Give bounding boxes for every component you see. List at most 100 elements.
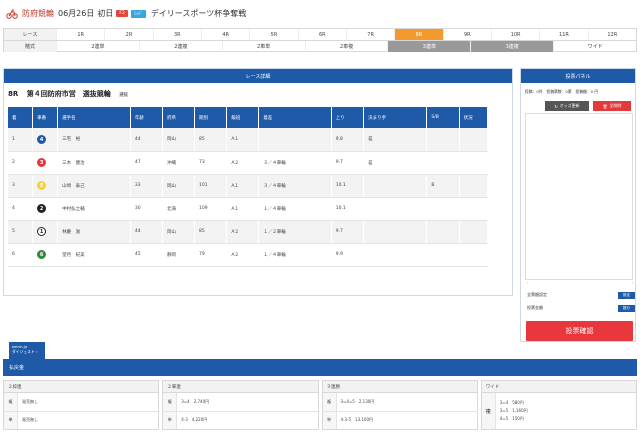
payout-wide-lines: 3=4 580円 3=5 1,160円 4=5 150円	[496, 393, 528, 429]
race-tab-7[interactable]: 7R	[345, 29, 394, 40]
page-header: 防府競輪 06月26日 初日 F2 ﾐｯﾄﾞ デイリースポーツ杯争奪戦	[0, 0, 640, 27]
cell-margin: １／２車輪	[258, 220, 332, 244]
table-row: 3 5 山崎 泰己 33 岡山 101 A１ ３／４車輪 10.1 B	[8, 174, 489, 198]
cell-up: 9.7	[331, 220, 365, 244]
bet-type-tab-5[interactable]: 3連単	[387, 41, 471, 52]
cell-pos: 4	[8, 197, 34, 221]
payout-value: 4-3 4,220円	[181, 417, 208, 423]
cell-status	[459, 128, 489, 152]
cell-kimarite	[363, 197, 428, 221]
bet-type-tab-1[interactable]: 2連単	[56, 41, 139, 52]
column-header: 車番	[32, 107, 59, 128]
bulk-amount-label: 全票額設定	[527, 292, 547, 297]
vote-amount-button[interactable]: 数分	[617, 304, 635, 312]
race-subtitle: 選抜	[119, 93, 129, 98]
bet-type-tab-3[interactable]: 2車単	[221, 41, 305, 52]
payout-key: 複	[4, 393, 18, 411]
cell-sb	[426, 128, 460, 152]
scroll-right-icon[interactable]: ›	[632, 281, 633, 285]
payout-value: 4-3-5 13,100円	[340, 417, 374, 423]
race-tab-9[interactable]: 9R	[442, 29, 491, 40]
table-row: 2 3 三木 健治 47 沖縄 73 A２ ３／４車輪 9.7 差	[8, 151, 489, 175]
bulk-amount-button[interactable]: 設定	[617, 291, 635, 299]
vote-list[interactable]	[525, 113, 633, 280]
payout-column: ３連勝複 3=4=5 2,130円単 4-3-5 13,100円	[321, 380, 478, 430]
race-tab-8[interactable]: 8R	[394, 29, 443, 40]
cell-margin: １／４車輪	[258, 243, 332, 267]
cell-term: 101	[194, 174, 228, 198]
cell-sb	[426, 151, 460, 175]
chevron-right-icon: ›	[36, 349, 38, 354]
cell-cls: A２	[226, 151, 260, 175]
results-table: 着車番 選手名 年齢 府県 期別 級班 着差 上り 決まり手 S/B 状況 1 4 三宅 裕 44 岡山 85…	[8, 107, 489, 267]
car-number-cell: 3	[32, 151, 59, 175]
payout-row: 単 4-3-5 13,100円	[322, 411, 477, 429]
cell-sb: B	[426, 174, 460, 198]
table-row: 1 4 三宅 裕 44 岡山 85 A１ 9.8 差	[8, 128, 489, 152]
race-tab-1[interactable]: 1R	[56, 29, 104, 40]
race-tab-5[interactable]: 5R	[249, 29, 297, 40]
cell-age: 30	[130, 197, 163, 221]
payout-wide-line: 4=5 150円	[499, 416, 524, 421]
race-tab-12[interactable]: 12R	[587, 29, 636, 40]
race-tab-4[interactable]: 4R	[200, 29, 249, 40]
bet-type-tab-6[interactable]: 3連複	[470, 41, 554, 52]
vote-list-scrollbar[interactable]: ‹ ›	[527, 281, 633, 285]
race-tab-11[interactable]: 11R	[539, 29, 587, 40]
cell-cls: A１	[226, 128, 260, 152]
cell-cls: A１	[226, 197, 260, 221]
column-header: 着	[8, 107, 34, 128]
bet-type-tab-7[interactable]: ワイド	[553, 41, 636, 52]
bet-type-row: 賭式 2連単 2連複 2車単 2車複 3連単 3連複 ワイド	[4, 40, 636, 52]
bet-row-label: 賭式	[4, 41, 56, 52]
race-title-text: 第４回防府市営 選抜競輪	[26, 90, 111, 98]
column-header: 上り	[331, 107, 365, 128]
race-tab-6[interactable]: 6R	[297, 29, 346, 40]
payout-column-title: ３連勝	[322, 381, 477, 393]
bicycle-icon	[6, 9, 18, 19]
cell-margin: １／４車輪	[258, 197, 332, 221]
race-date: 06月26日	[58, 9, 95, 18]
car-number-badge: 6	[37, 250, 47, 259]
payout-wide-line: 3=4 580円	[499, 400, 524, 405]
vote-panel: 投票パネル 投稿：0件 投稿票数：0票 投稿額：0 円 ↻ オッズ更新 🗑 全削…	[520, 68, 636, 342]
race-row-label: レース	[4, 29, 56, 40]
column-header: 決まり手	[363, 107, 428, 128]
results-header-row: 着車番 選手名 年齢 府県 期別 級班 着差 上り 決まり手 S/B 状況	[8, 107, 489, 128]
vote-amount-label: 投票金額	[527, 305, 543, 310]
bet-type-tab-2[interactable]: 2連複	[138, 41, 222, 52]
table-row: 4 2 中村弘之輔 30 北海 109 A１ １／４車輪 10.1	[8, 197, 489, 221]
time-badge: ﾐｯﾄﾞ	[130, 9, 146, 18]
cell-margin: ３／４車輪	[258, 174, 332, 198]
payout-key: 単	[322, 411, 337, 429]
cell-name: 三宅 裕	[57, 128, 131, 152]
scroll-left-icon[interactable]: ‹	[527, 281, 528, 285]
cell-up: 9.9	[331, 243, 365, 267]
cell-kimarite	[363, 220, 428, 244]
cell-status	[459, 243, 489, 267]
delete-all-button[interactable]: 🗑 全削除	[593, 101, 631, 111]
cell-term: 73	[194, 151, 228, 175]
race-detail-panel: レース詳細 8R 第４回防府市営 選抜競輪 選抜 着車番 選手名 年齢 府県 期別 級班着…	[3, 68, 513, 359]
cell-name: 林慶 滋	[57, 220, 131, 244]
vote-confirm-button[interactable]: 投票確認	[526, 321, 633, 341]
payout-value: 発売無し	[22, 417, 38, 423]
cell-cls: A１	[226, 174, 260, 198]
payout-value: 3=4=5 2,130円	[340, 398, 375, 404]
column-header: 年齢	[130, 107, 163, 128]
race-tab-3[interactable]: 3R	[152, 29, 201, 40]
bet-type-tab-4[interactable]: 2車複	[304, 41, 388, 52]
column-header: 期別	[194, 107, 228, 128]
cell-age: 47	[130, 151, 163, 175]
payout-row: 単発売無し	[4, 411, 158, 429]
vote-actions: ↻ オッズ更新 🗑 全削除	[545, 101, 631, 111]
race-detail-header: レース詳細	[4, 69, 512, 83]
odds-update-button[interactable]: ↻ オッズ更新	[545, 101, 589, 111]
race-day: 初日	[97, 9, 114, 18]
digest-button[interactable]: keirin.jp ダイジェスト ›	[9, 342, 45, 359]
car-number-cell: 2	[32, 197, 59, 221]
race-tab-10[interactable]: 10R	[490, 29, 539, 40]
column-header: 着差	[258, 107, 332, 128]
race-tab-2[interactable]: 2R	[104, 29, 152, 40]
cell-kimarite: 差	[363, 151, 428, 175]
